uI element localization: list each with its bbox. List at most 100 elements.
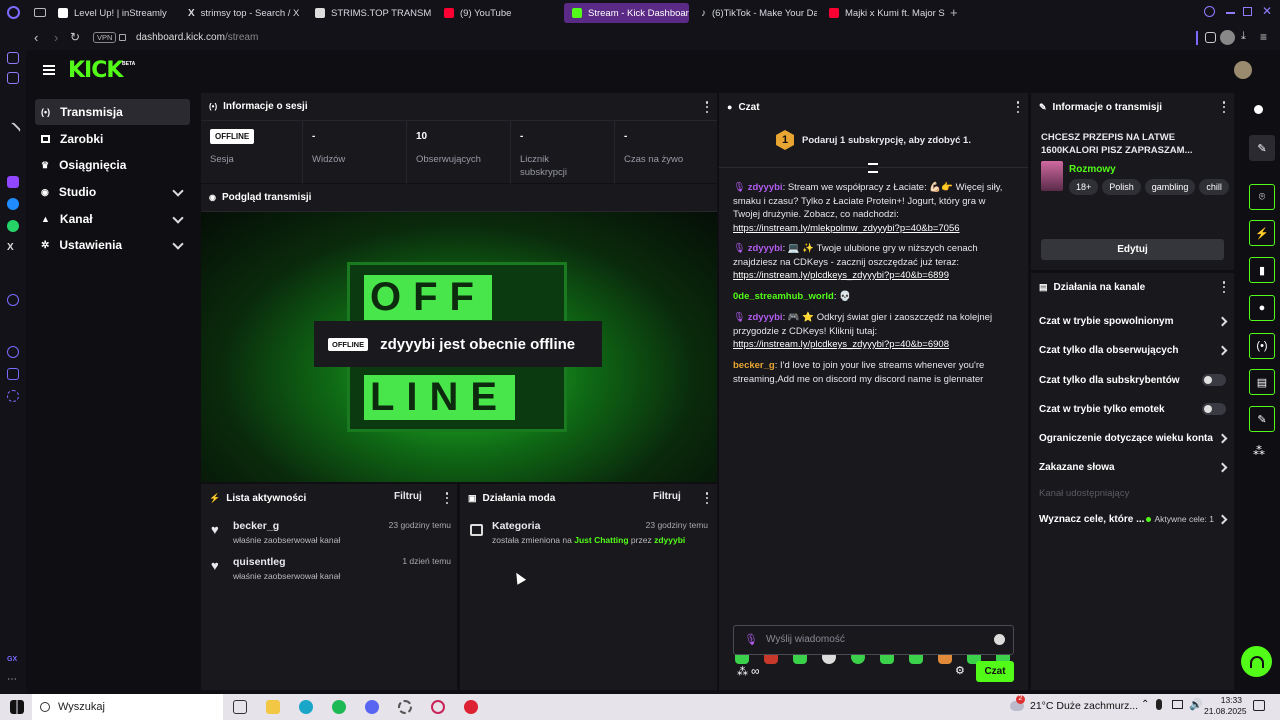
tag[interactable]: gambling [1144, 179, 1196, 195]
task-view-icon[interactable] [233, 700, 247, 714]
forward-button[interactable]: › [54, 30, 58, 45]
settings-app-icon[interactable] [398, 700, 412, 714]
nav-studio[interactable]: ◉ Studio [35, 179, 190, 205]
twitch-icon[interactable] [7, 176, 19, 188]
tab-youtube[interactable]: (9) YouTube [436, 3, 560, 23]
url-field[interactable]: dashboard.kick.com/stream [136, 32, 258, 43]
mod-user-link[interactable]: zdyyybi [654, 535, 685, 545]
nav-kanal[interactable]: ▲ Kanał [35, 206, 190, 232]
more-icon[interactable]: ⋯ [7, 674, 19, 686]
vpn-badge[interactable]: VPN [93, 32, 117, 43]
points-icon[interactable]: ⁂ [737, 665, 748, 678]
kick-sidebar-icon[interactable] [4, 121, 22, 139]
broadcast-rail-button[interactable]: (•) [1249, 333, 1275, 359]
volume-icon[interactable]: 🔊 [1189, 698, 1203, 711]
close-window-button[interactable]: ✕ [1262, 4, 1272, 18]
kick-logo[interactable]: KICK [68, 58, 123, 83]
nav-transmisja[interactable]: (•) Transmisja [35, 99, 190, 125]
action-goals[interactable]: Wyznacz cele, które ... Aktywne cele: 1 [1031, 509, 1234, 529]
stream-info-menu-icon[interactable] [1222, 101, 1226, 113]
category-link[interactable]: Just Chatting [574, 535, 628, 545]
tab-strims[interactable]: STRIMS.TOP TRANSM [307, 3, 431, 23]
chat-username[interactable]: zdyyybi [748, 312, 783, 323]
chat-link[interactable]: https://instream.ly/plcdkeys_zdyyybi?p=4… [733, 270, 949, 281]
discord-icon[interactable] [365, 700, 379, 714]
taskbar-search[interactable]: Wyszukaj [32, 694, 223, 720]
nav-zarobki[interactable]: Zarobki [35, 126, 190, 152]
notification-icon[interactable] [1253, 700, 1265, 711]
channel-actions-rail-button[interactable]: ▤ [1249, 369, 1275, 395]
app-taskbar-icon[interactable] [464, 700, 478, 714]
pinboard-icon[interactable] [7, 368, 19, 380]
chat-send-button[interactable]: Czat [976, 661, 1014, 682]
info-icon[interactable] [1254, 105, 1263, 114]
tab-overview-icon[interactable] [34, 8, 46, 17]
activity-user[interactable]: quisentleg [233, 556, 286, 568]
history-icon[interactable] [7, 346, 19, 358]
chat-link[interactable]: https://instream.ly/plcdkeys_zdyyybi?p=4… [733, 339, 949, 350]
chat-username[interactable]: becker_g [733, 360, 775, 371]
file-explorer-icon[interactable] [266, 700, 280, 714]
opera-gx-taskbar-icon[interactable] [431, 700, 445, 714]
activity-filter-button[interactable]: Filtruj [394, 491, 422, 502]
sub-promo[interactable]: 1 Podaruj 1 subskrypcję, aby zdobyć 1. [719, 129, 1028, 151]
activity-menu-icon[interactable] [445, 492, 449, 504]
action-followers-only[interactable]: Czat tylko dla obserwujących [1031, 340, 1234, 360]
opera-logo-icon[interactable] [7, 6, 20, 19]
nav-osiagniecia[interactable]: ♛ Osiągnięcia [35, 152, 190, 178]
action-slow-mode[interactable]: Czat w trybie spowolnionym [1031, 311, 1234, 331]
hamburger-menu-icon[interactable] [43, 65, 55, 75]
menu-icon[interactable]: ≡ [1260, 30, 1267, 44]
chat-link[interactable]: https://instream.ly/mlekpolmw_zdyyybi?p=… [733, 223, 960, 234]
emoji-icon[interactable] [994, 634, 1005, 645]
profile-avatar-icon[interactable] [1220, 30, 1235, 45]
mod-filter-button[interactable]: Filtruj [653, 491, 681, 502]
action-account-age[interactable]: Ograniczenie dotyczące wieku konta [1031, 428, 1234, 448]
chat-username[interactable]: zdyyybi [748, 182, 783, 193]
nav-ustawienia[interactable]: ✲ Ustawienia [35, 232, 190, 258]
mic-tray-icon[interactable] [1156, 699, 1162, 710]
subscribers-only-toggle[interactable] [1202, 374, 1226, 386]
emote-only-toggle[interactable] [1202, 403, 1226, 415]
tag[interactable]: chill [1199, 179, 1229, 195]
reload-button[interactable]: ↻ [70, 30, 80, 44]
new-tab-button[interactable]: + [950, 5, 958, 20]
search-tabs-icon[interactable] [1204, 6, 1215, 17]
infinity-icon[interactable]: ∞ [751, 664, 760, 678]
tag[interactable]: 18+ [1069, 179, 1099, 195]
tab-instreamly[interactable]: Level Up! | inStreamly [50, 3, 176, 23]
chat-rail-button[interactable]: ● [1249, 295, 1275, 321]
user-avatar[interactable] [1234, 61, 1252, 79]
chat-settings-icon[interactable]: ⚙ [955, 664, 965, 677]
tools-rail-button[interactable]: ✎ [1249, 406, 1275, 432]
edit-button[interactable]: Edytuj [1041, 239, 1224, 260]
tab-tiktok[interactable]: ♪ (6)TikTok - Make Your Da [693, 3, 817, 23]
category-name[interactable]: Rozmowy [1069, 164, 1116, 175]
extensions-icon[interactable] [1205, 32, 1216, 43]
chat-menu-icon[interactable] [1016, 101, 1020, 113]
whatsapp-icon[interactable] [7, 220, 19, 232]
minimize-button[interactable] [1226, 12, 1235, 14]
player-icon[interactable] [7, 294, 19, 306]
back-button[interactable]: ‹ [34, 30, 38, 45]
tray-chevron-icon[interactable]: ⌃ [1141, 699, 1149, 710]
network-icon[interactable] [1172, 700, 1183, 709]
activity-user[interactable]: becker_g [233, 520, 279, 532]
windows-start-icon[interactable] [10, 700, 24, 714]
settings-icon[interactable] [7, 390, 19, 402]
channel-actions-menu-icon[interactable] [1222, 281, 1226, 293]
chat-username[interactable]: zdyyybi [748, 243, 783, 254]
support-button[interactable] [1241, 646, 1272, 677]
weather-widget[interactable]: 2 21°C Duże zachmurz... [1010, 695, 1138, 712]
chat-username[interactable]: 0de_streamhub_world [733, 291, 834, 302]
tab-youtube-music[interactable]: Majki x Kumi ft. Major SP [821, 3, 945, 23]
x-sidebar-icon[interactable]: X [7, 242, 19, 254]
session-menu-icon[interactable] [705, 101, 709, 113]
points-rail-icon[interactable]: ⁂ [1253, 444, 1265, 458]
chat-filter-icon[interactable] [868, 163, 878, 173]
messenger-panel-icon[interactable] [7, 72, 19, 84]
edit-stream-button[interactable]: ✎ [1249, 135, 1275, 161]
chat-input[interactable]: 🎙 Wyślij wiadomość [733, 625, 1014, 655]
tab-kick-dashboard[interactable]: Stream - Kick Dashboard [564, 3, 689, 23]
download-icon[interactable]: ⤓ [1241, 30, 1246, 43]
